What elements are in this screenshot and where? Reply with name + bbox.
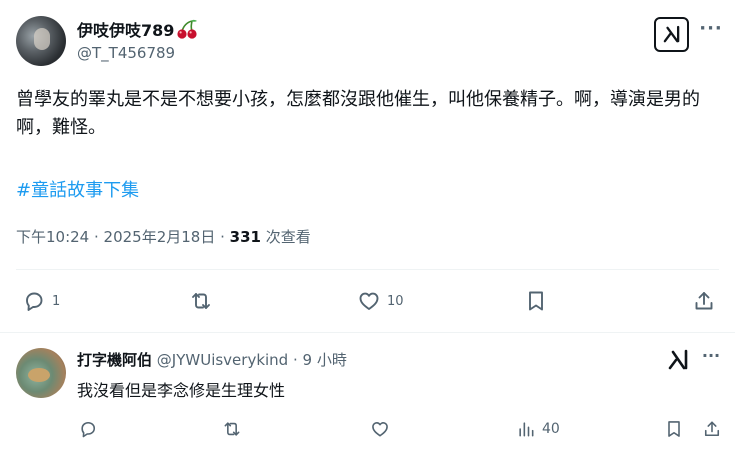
divider [16,269,719,270]
heart-icon [359,292,379,310]
grok-icon [668,349,688,370]
display-name[interactable]: 伊吱伊吱789 [77,17,198,41]
grok-icon [663,25,680,43]
display-name-text: 伊吱伊吱789 [77,21,175,40]
share-button[interactable] [692,282,716,320]
heart-icon [372,422,388,437]
retweet-button[interactable] [222,414,242,444]
reply-action-bar: 40 [0,414,735,444]
reply-icon [81,421,96,438]
reply-button[interactable]: 1 [22,282,60,320]
tweet-text: 曾學友的睪丸是不是不想要小孩，怎麼都沒跟他催生，叫他保養精子。啊，導演是男的啊，… [16,89,700,138]
more-options-button[interactable]: ··· [698,20,724,44]
handle[interactable]: @JYWUisverykind [157,351,288,369]
reply-header: 打字機阿伯 @JYWUisverykind · 9 小時 [77,349,347,370]
reply-count: 1 [52,293,61,309]
main-tweet: 伊吱伊吱789 @T_T456789 ··· 曾學友的睪丸是不是不想要小孩，怎麼… [0,0,735,333]
bookmark-button[interactable] [664,414,684,444]
bookmark-button[interactable] [524,282,548,320]
share-icon [695,292,713,310]
retweet-button[interactable] [189,282,219,320]
reply-text: 我沒看但是李念修是生理女性 [77,381,286,400]
views-count: 40 [542,421,560,437]
reply-tweet: 打字機阿伯 @JYWUisverykind · 9 小時 我沒看但是李念修是生理… [0,334,735,454]
avatar[interactable] [16,16,66,66]
views-label: 次查看 [260,228,311,246]
bookmark-icon [529,291,543,311]
timestamp[interactable]: · 9 小時 [288,351,347,369]
hashtag-link[interactable]: #童話故事下集 [16,176,139,202]
grok-button[interactable] [654,17,689,52]
avatar[interactable] [16,348,66,398]
more-icon: ··· [699,18,723,39]
more-options-button[interactable]: ··· [699,348,723,368]
views-count: 331 [229,228,261,246]
retweet-icon [192,293,210,309]
timestamp[interactable]: 下午10:24 · 2025年2月18日 · [16,228,230,246]
reply-icon [26,292,43,311]
bookmark-icon [668,421,680,437]
grok-button[interactable] [666,348,690,372]
share-icon [704,421,720,437]
more-icon: ··· [701,346,721,365]
handle[interactable]: @T_T456789 [77,44,175,62]
like-button[interactable]: 10 [357,282,404,320]
reply-button[interactable] [78,414,98,444]
display-name[interactable]: 打字機阿伯 [77,351,152,369]
cherries-emoji-icon [177,19,198,39]
share-button[interactable] [702,414,722,444]
analytics-icon [519,422,534,437]
retweet-icon [224,422,240,436]
views-button[interactable]: 40 [516,414,560,444]
like-count: 10 [387,293,404,309]
like-button[interactable] [370,414,390,444]
tweet-meta: 下午10:24 · 2025年2月18日 · 331 次查看 [16,226,311,247]
action-bar: 1 10 [0,282,735,320]
